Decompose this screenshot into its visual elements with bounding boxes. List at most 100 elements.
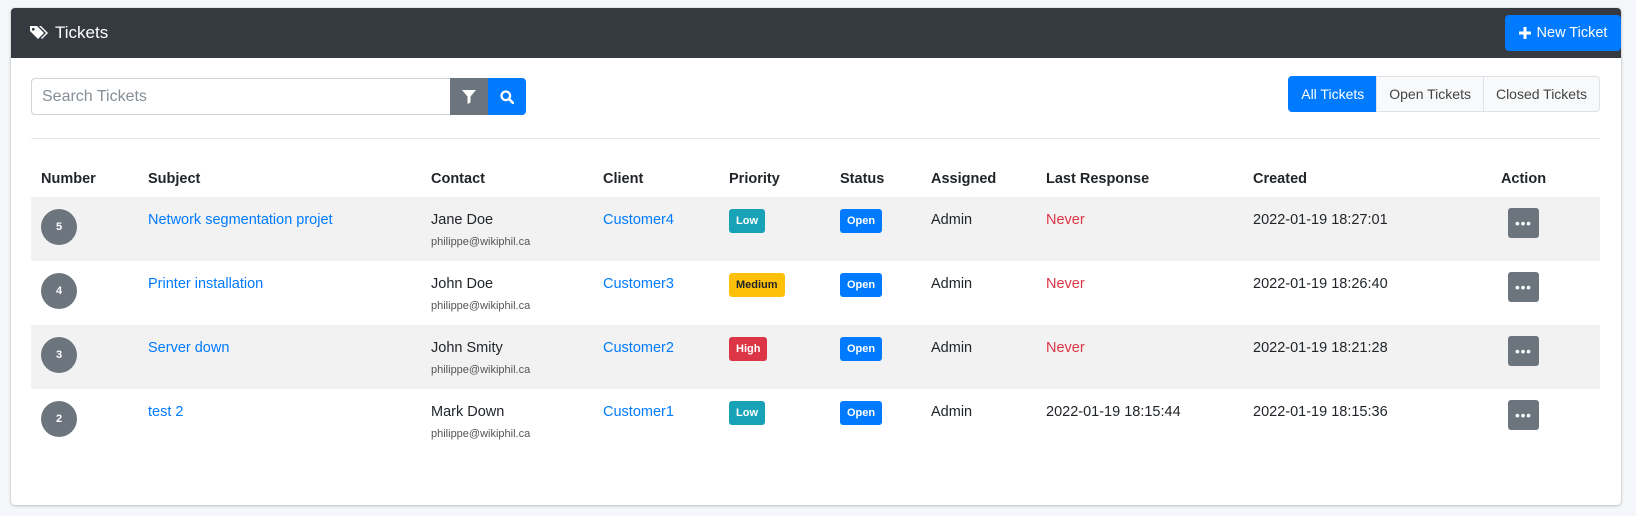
column-header-priority[interactable]: Priority	[719, 160, 830, 197]
table-row: 5 Network segmentation projet Jane Doe p…	[31, 197, 1600, 261]
tags-icon	[30, 26, 48, 39]
column-header-action: Action	[1500, 170, 1547, 187]
assigned-cell: Admin	[931, 212, 973, 228]
client-link[interactable]: Customer2	[603, 340, 674, 356]
priority-cell: Medium	[719, 261, 830, 325]
client-link[interactable]: Customer3	[603, 276, 674, 292]
ellipsis-icon: •••	[1515, 343, 1532, 359]
client-link[interactable]: Customer4	[603, 212, 674, 228]
contact-cell: John Smity philippe@wikiphil.ca	[421, 325, 593, 389]
column-header-contact[interactable]: Contact	[421, 160, 593, 197]
created-cell: 2022-01-19 18:21:28	[1253, 340, 1388, 356]
status-cell: Open	[830, 325, 921, 389]
status-badge: Open	[840, 209, 883, 233]
new-ticket-button[interactable]: New Ticket	[1505, 15, 1621, 51]
column-header-created[interactable]: Created	[1243, 160, 1447, 197]
ticket-subject-link[interactable]: Printer installation	[148, 276, 263, 292]
contact-email: philippe@wikiphil.ca	[431, 300, 531, 312]
subject-cell: Network segmentation projet	[138, 197, 421, 261]
filter-icon	[462, 89, 476, 104]
client-cell: Customer1	[593, 389, 719, 453]
action-cell: •••	[1447, 389, 1600, 453]
priority-badge: Low	[729, 401, 765, 425]
ellipsis-icon: •••	[1515, 279, 1532, 295]
table-header-row: Number Subject Contact Client Priority S…	[31, 160, 1600, 197]
card-body: All Tickets Open Tickets Closed Tickets …	[11, 58, 1621, 453]
number-cell: 5	[31, 197, 138, 261]
priority-badge: High	[729, 337, 768, 361]
subject-cell: Printer installation	[138, 261, 421, 325]
card-header: Tickets New Ticket	[11, 8, 1621, 58]
tab-closed-tickets[interactable]: Closed Tickets	[1482, 75, 1600, 112]
number-cell: 3	[31, 325, 138, 389]
contact-name: John Smity	[431, 340, 503, 356]
filter-button[interactable]	[450, 78, 488, 115]
assigned-cell: Admin	[931, 404, 973, 420]
column-header-client[interactable]: Client	[593, 160, 719, 197]
ellipsis-icon: •••	[1515, 407, 1532, 423]
subject-cell: test 2	[138, 389, 421, 453]
contact-email: philippe@wikiphil.ca	[431, 236, 531, 248]
ticket-actions-button[interactable]: •••	[1508, 272, 1539, 302]
ticket-actions-button[interactable]: •••	[1508, 208, 1539, 238]
table-row: 3 Server down John Smity philippe@wikiph…	[31, 325, 1600, 389]
ticket-subject-link[interactable]: Server down	[148, 340, 229, 356]
contact-cell: Jane Doe philippe@wikiphil.ca	[421, 197, 593, 261]
contact-name: Mark Down	[431, 404, 505, 420]
priority-cell: Low	[719, 389, 830, 453]
status-cell: Open	[830, 261, 921, 325]
search-input[interactable]	[31, 78, 450, 115]
contact-name: Jane Doe	[431, 212, 494, 228]
priority-badge: Medium	[729, 273, 785, 297]
ticket-number-badge: 5	[41, 209, 77, 245]
created-cell: 2022-01-19 18:27:01	[1253, 212, 1388, 228]
action-cell: •••	[1447, 325, 1600, 389]
number-cell: 4	[31, 261, 138, 325]
column-header-subject[interactable]: Subject	[138, 160, 421, 197]
contact-cell: John Doe philippe@wikiphil.ca	[421, 261, 593, 325]
contact-cell: Mark Down philippe@wikiphil.ca	[421, 389, 593, 453]
contact-email: philippe@wikiphil.ca	[431, 428, 531, 440]
ticket-rows: 5 Network segmentation projet Jane Doe p…	[31, 197, 1600, 453]
ticket-number-badge: 3	[41, 337, 77, 373]
last-response-cell: Never	[1046, 340, 1085, 356]
last-response-cell: 2022-01-19 18:15:44	[1046, 404, 1181, 420]
table-row: 4 Printer installation John Doe philippe…	[31, 261, 1600, 325]
subject-cell: Server down	[138, 325, 421, 389]
tab-open-tickets[interactable]: Open Tickets	[1376, 75, 1484, 112]
priority-cell: High	[719, 325, 830, 389]
column-header-status[interactable]: Status	[830, 160, 921, 197]
client-link[interactable]: Customer1	[603, 404, 674, 420]
table-row: 2 test 2 Mark Down philippe@wikiphil.ca …	[31, 389, 1600, 453]
ticket-subject-link[interactable]: test 2	[148, 404, 183, 420]
number-cell: 2	[31, 389, 138, 453]
page-title-text: Tickets	[55, 23, 109, 42]
ticket-actions-button[interactable]: •••	[1508, 336, 1539, 366]
column-header-number[interactable]: Number	[31, 160, 138, 197]
ticket-number-badge: 2	[41, 401, 77, 437]
ticket-number-badge: 4	[41, 273, 77, 309]
column-header-assigned[interactable]: Assigned	[921, 160, 1036, 197]
status-cell: Open	[830, 197, 921, 261]
tab-all-tickets[interactable]: All Tickets	[1288, 75, 1378, 112]
status-badge: Open	[840, 401, 883, 425]
ticket-subject-link[interactable]: Network segmentation projet	[148, 212, 333, 228]
column-header-last-response[interactable]: Last Response	[1036, 160, 1243, 197]
created-cell: 2022-01-19 18:26:40	[1253, 276, 1388, 292]
action-cell: •••	[1447, 197, 1600, 261]
page-title: Tickets	[29, 23, 108, 43]
client-cell: Customer4	[593, 197, 719, 261]
ticket-actions-button[interactable]: •••	[1508, 400, 1539, 430]
plus-icon	[1518, 27, 1531, 39]
last-response-cell: Never	[1046, 212, 1085, 228]
contact-name: John Doe	[431, 276, 494, 292]
status-badge: Open	[840, 337, 883, 361]
toolbar: All Tickets Open Tickets Closed Tickets	[31, 75, 1600, 115]
tickets-table: Number Subject Contact Client Priority S…	[31, 160, 1600, 453]
search-group	[31, 78, 526, 115]
divider	[31, 138, 1600, 139]
status-badge: Open	[840, 273, 883, 297]
search-button[interactable]	[488, 78, 526, 115]
search-icon	[500, 89, 514, 104]
contact-email: philippe@wikiphil.ca	[431, 364, 531, 376]
